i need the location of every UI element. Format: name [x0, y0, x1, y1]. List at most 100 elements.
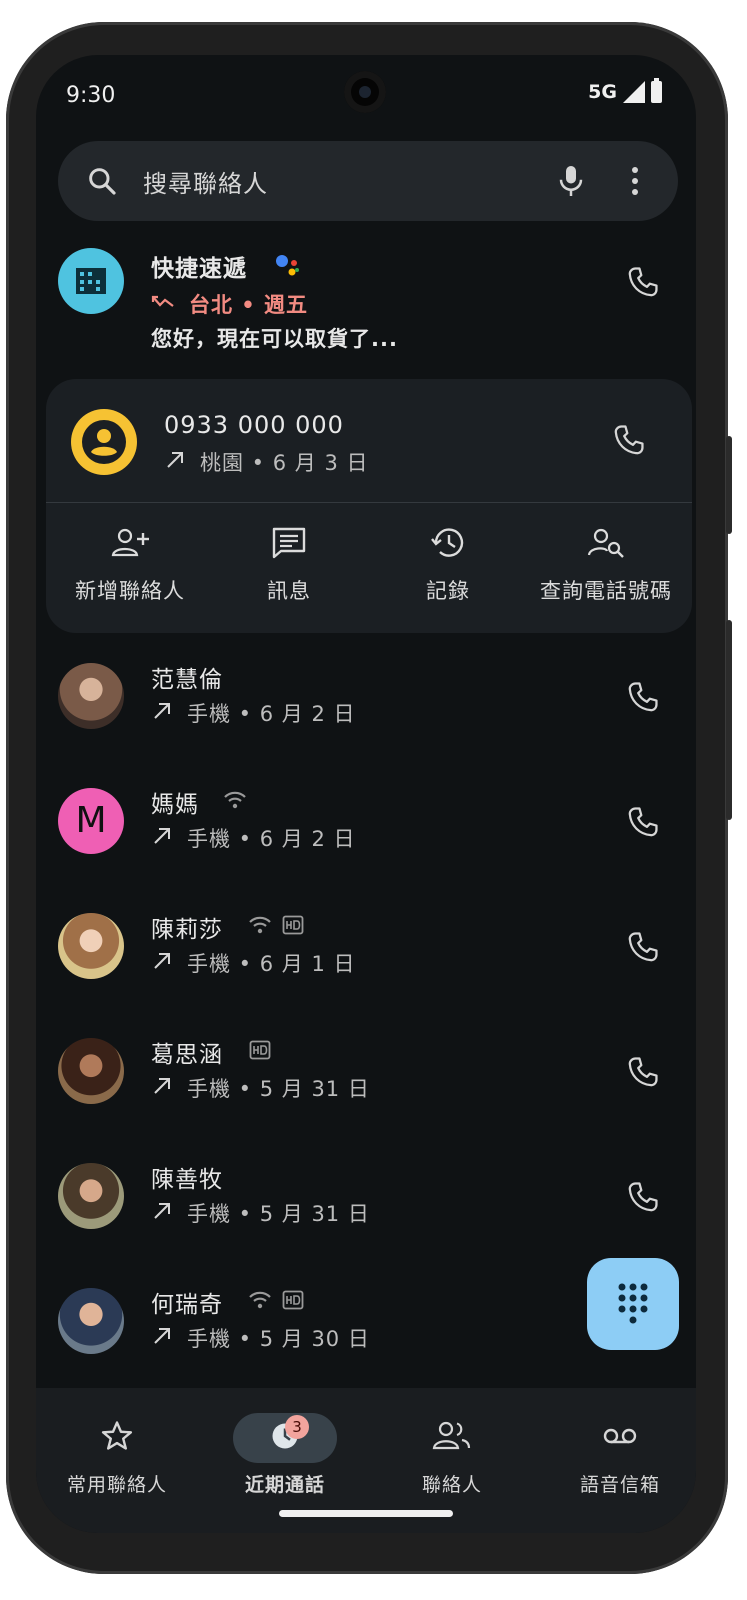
call-detail: 手機 • 5 月 31 日	[187, 1077, 370, 1101]
message-label: 訊息	[267, 579, 311, 603]
contact-name: 陳善牧	[151, 1167, 223, 1193]
call-detail-row: 手機 • 5 月 30 日	[151, 1323, 370, 1353]
business-detail-row: 台北 • 週五	[151, 289, 308, 319]
hd-call-icon	[282, 915, 304, 939]
star-icon	[100, 1419, 134, 1458]
contact-photo	[58, 1038, 124, 1104]
history-label: 記錄	[426, 579, 470, 603]
call-row[interactable]: 范慧倫 手機 • 6 月 2 日	[36, 660, 696, 770]
call-number-button[interactable]	[612, 423, 646, 461]
missed-call-icon	[151, 292, 175, 316]
outgoing-call-icon	[151, 1075, 173, 1102]
call-detail: 手機 • 6 月 1 日	[187, 952, 356, 976]
call-detail: 手機 • 6 月 2 日	[187, 702, 356, 726]
call-button[interactable]	[626, 1180, 660, 1218]
outgoing-call-icon	[151, 1325, 173, 1352]
business-name: 快捷速遞	[151, 256, 247, 282]
add-contact-label: 新增聯絡人	[75, 579, 185, 603]
call-button[interactable]	[626, 680, 660, 718]
card-divider	[46, 502, 692, 503]
nav-recents[interactable]: 3 近期通話	[205, 1412, 365, 1497]
message-button[interactable]: 訊息	[209, 525, 369, 605]
contact-photo	[58, 913, 124, 979]
caller-number: 0933 000 000	[164, 411, 344, 439]
nav-recents-label: 近期通話	[244, 1474, 325, 1496]
contact-name: 何瑞奇	[151, 1292, 223, 1318]
contact-name: 媽媽	[151, 792, 199, 818]
history-button[interactable]: 記錄	[368, 525, 528, 605]
outgoing-call-icon	[151, 1200, 173, 1227]
nav-voicemail[interactable]: 語音信箱	[540, 1412, 696, 1497]
outgoing-call-icon	[164, 449, 186, 476]
missed-calls-badge: 3	[285, 1415, 309, 1439]
search-bar[interactable]: 搜尋聯絡人	[58, 141, 678, 221]
microphone-icon[interactable]	[556, 163, 586, 199]
voicemail-icon	[602, 1425, 638, 1452]
contact-photo	[58, 1288, 124, 1354]
dialpad-icon	[617, 1282, 649, 1328]
volume-button	[726, 620, 732, 820]
status-icons: 5G	[588, 78, 662, 103]
call-detail-row: 手機 • 6 月 2 日	[151, 823, 356, 853]
contact-name: 陳莉莎	[151, 917, 223, 943]
front-camera	[344, 71, 386, 113]
outgoing-call-icon	[151, 950, 173, 977]
unknown-caller-avatar	[71, 409, 137, 475]
hd-call-icon	[282, 1290, 304, 1314]
nav-favorites[interactable]: 常用聯絡人	[37, 1412, 197, 1497]
contact-photo	[58, 1163, 124, 1229]
nav-favorites-label: 常用聯絡人	[66, 1474, 167, 1496]
screen: 9:30 5G 搜尋聯絡人 快捷速遞 台北 • 週五 您好，現在可以取貨了...…	[36, 55, 696, 1533]
expanded-call-card[interactable]: 0933 000 000 桃園 • 6 月 3 日 新增聯絡人 訊息 記錄 查詢…	[46, 379, 692, 633]
status-bar: 9:30 5G	[36, 55, 696, 135]
wifi-call-icon	[222, 789, 248, 815]
call-business-button[interactable]	[626, 265, 660, 303]
call-detail-row: 手機 • 6 月 1 日	[151, 948, 356, 978]
home-indicator[interactable]	[279, 1510, 453, 1517]
assistant-icon	[274, 253, 302, 279]
add-person-icon	[110, 525, 150, 565]
call-row[interactable]: M 媽媽 手機 • 6 月 2 日	[36, 785, 696, 895]
call-row-business[interactable]: 快捷速遞 台北 • 週五 您好，現在可以取貨了...	[36, 245, 696, 365]
power-button	[726, 436, 732, 534]
nav-voicemail-label: 語音信箱	[579, 1474, 660, 1496]
call-row[interactable]: 陳善牧 手機 • 5 月 31 日	[36, 1160, 696, 1270]
people-icon	[432, 1420, 472, 1457]
lookup-number-button[interactable]: 查詢電話號碼	[526, 525, 686, 605]
caller-detail-row: 桃園 • 6 月 3 日	[164, 447, 369, 477]
avatar-letter: M	[75, 800, 107, 841]
call-row[interactable]: 陳莉莎 手機 • 6 月 1 日	[36, 910, 696, 1020]
history-icon	[429, 525, 467, 565]
outgoing-call-icon	[151, 700, 173, 727]
call-detail: 手機 • 6 月 2 日	[187, 827, 356, 851]
call-detail-row: 手機 • 6 月 2 日	[151, 698, 356, 728]
contact-letter-avatar: M	[58, 788, 124, 854]
contact-name: 范慧倫	[151, 667, 223, 693]
message-icon	[270, 525, 308, 565]
call-detail: 手機 • 5 月 31 日	[187, 1202, 370, 1226]
call-detail-row: 手機 • 5 月 31 日	[151, 1198, 370, 1228]
call-button[interactable]	[626, 1055, 660, 1093]
wifi-call-icon	[247, 914, 273, 940]
battery-icon	[651, 78, 662, 103]
contact-photo	[58, 663, 124, 729]
search-placeholder: 搜尋聯絡人	[143, 170, 268, 198]
business-preview: 您好，現在可以取貨了...	[151, 327, 398, 351]
more-options-icon[interactable]	[630, 165, 640, 197]
nav-contacts[interactable]: 聯絡人	[372, 1412, 532, 1497]
hd-call-icon	[249, 1040, 271, 1064]
add-contact-button[interactable]: 新增聯絡人	[50, 525, 210, 605]
call-detail-row: 手機 • 5 月 31 日	[151, 1073, 370, 1103]
call-detail: 手機 • 5 月 30 日	[187, 1327, 370, 1351]
dialpad-button[interactable]	[587, 1258, 679, 1350]
recents-active-indicator: 3	[233, 1413, 337, 1463]
wifi-call-icon	[247, 1289, 273, 1315]
search-icon	[86, 165, 118, 197]
business-detail: 台北 • 週五	[189, 293, 309, 317]
call-row[interactable]: 葛思涵 手機 • 5 月 31 日	[36, 1035, 696, 1145]
call-button[interactable]	[626, 930, 660, 968]
nav-contacts-label: 聯絡人	[421, 1474, 482, 1496]
outgoing-call-icon	[151, 825, 173, 852]
call-button[interactable]	[626, 805, 660, 843]
lookup-number-label: 查詢電話號碼	[540, 579, 672, 603]
